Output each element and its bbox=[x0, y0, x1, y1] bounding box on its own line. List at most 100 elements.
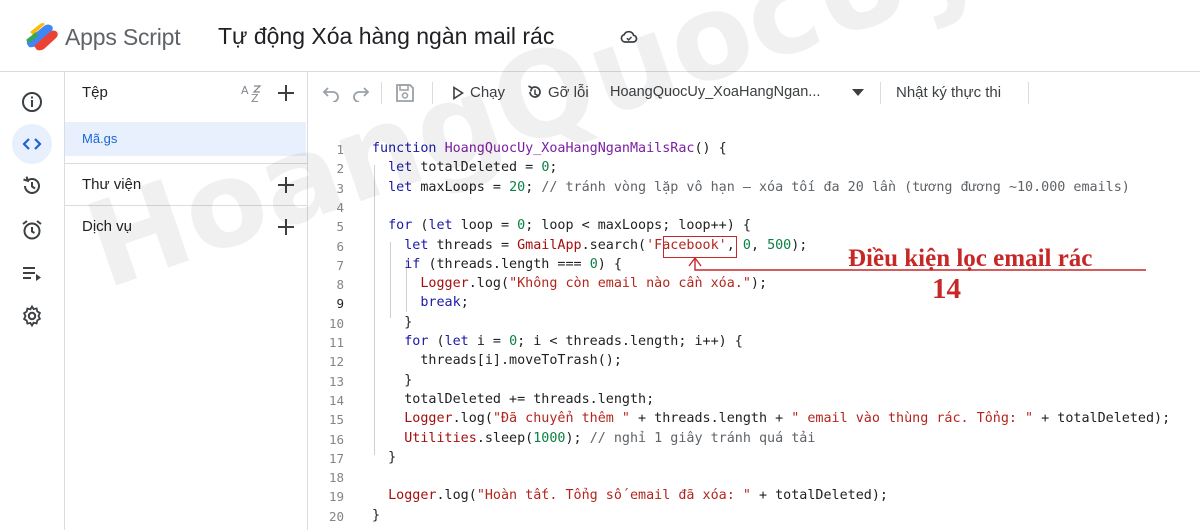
code-line[interactable]: 14 totalDeleted += threads.length; bbox=[308, 392, 1200, 411]
code-editor[interactable]: 1 function HoangQuocUy_XoaHangNganMailsRa… bbox=[308, 114, 1200, 530]
code-line[interactable]: 3 let maxLoops = 20; // tránh vòng lặp v… bbox=[308, 180, 1200, 199]
line-number: 20 bbox=[328, 508, 344, 524]
triggers-button[interactable] bbox=[12, 210, 52, 250]
sort-az-icon[interactable]: A Z bbox=[240, 82, 264, 104]
code-token: totalDeleted = bbox=[420, 160, 542, 176]
code-token: i = bbox=[476, 334, 510, 349]
editor-toolbar: Chạy Gỡ lỗi HoangQuocUy_XoaHangNgan... N… bbox=[308, 72, 1200, 114]
filter-highlight-box bbox=[663, 236, 737, 258]
code-token: GmailApp bbox=[517, 237, 582, 253]
caret-down-icon bbox=[852, 89, 864, 96]
code-line[interactable]: 15 Logger.log("Đã chuyển thêm " + thread… bbox=[308, 411, 1200, 430]
code-token: let bbox=[444, 334, 477, 349]
history-button[interactable] bbox=[12, 166, 52, 206]
code-token: } bbox=[372, 507, 381, 523]
line-number: 8 bbox=[336, 277, 344, 293]
code-token: function bbox=[372, 141, 445, 156]
code-token: let bbox=[388, 179, 421, 195]
project-title[interactable]: Tự động Xóa hàng ngàn mail rác bbox=[218, 23, 554, 50]
executions-button[interactable] bbox=[12, 253, 52, 293]
code-token: ; bbox=[460, 295, 469, 311]
line-number: 13 bbox=[328, 373, 344, 389]
execution-log-button[interactable]: Nhật ký thực thi bbox=[896, 84, 1001, 101]
line-number: 15 bbox=[328, 412, 344, 428]
function-selector[interactable]: HoangQuocUy_XoaHangNgan... bbox=[610, 72, 868, 114]
code-line[interactable]: 19 Logger.log("Hoàn tất. Tổng số email đ… bbox=[308, 488, 1200, 507]
code-text: Utilities.sleep(1000); // nghỉ 1 giây tr… bbox=[372, 431, 815, 446]
code-line[interactable]: 12 threads[i].moveToTrash(); bbox=[308, 353, 1200, 372]
undo-icon[interactable] bbox=[322, 84, 340, 102]
files-label: Tệp bbox=[82, 84, 108, 101]
code-token: totalDeleted += threads.length; bbox=[372, 391, 655, 407]
run-button[interactable]: Chạy bbox=[448, 72, 512, 114]
line-number: 17 bbox=[328, 450, 344, 466]
services-label: Dịch vụ bbox=[82, 218, 133, 235]
add-library-icon[interactable] bbox=[276, 175, 296, 195]
code-line[interactable]: 8 Logger.log("Không còn email nào cần xó… bbox=[308, 276, 1200, 295]
code-line[interactable]: 10 } bbox=[308, 315, 1200, 334]
code-token: 20 bbox=[509, 179, 526, 195]
code-line[interactable]: 20} bbox=[308, 508, 1200, 527]
code-token: maxLoops = bbox=[420, 179, 510, 195]
libraries-label: Thư viện bbox=[82, 176, 142, 193]
services-section-header: Dịch vụ bbox=[65, 206, 308, 248]
line-number: 7 bbox=[336, 257, 344, 273]
code-token: 0 bbox=[509, 334, 518, 349]
code-line[interactable]: 4 bbox=[308, 199, 1200, 218]
code-token: 1000 bbox=[533, 430, 566, 446]
app-name[interactable]: Apps Script bbox=[65, 24, 181, 51]
code-line[interactable]: 11 for (let i = 0; i < threads.length; i… bbox=[308, 334, 1200, 353]
code-token: break bbox=[420, 295, 461, 311]
code-token: ; bbox=[525, 179, 542, 195]
debug-icon bbox=[528, 85, 541, 98]
code-text: let maxLoops = 20; // tránh vòng lặp vô … bbox=[372, 180, 1130, 195]
code-line[interactable]: 17 } bbox=[308, 450, 1200, 469]
code-line[interactable]: 18 bbox=[308, 469, 1200, 488]
overview-button[interactable] bbox=[12, 82, 52, 122]
code-token: ( bbox=[436, 334, 445, 349]
line-number: 5 bbox=[336, 219, 344, 235]
play-icon bbox=[453, 86, 464, 100]
debug-button[interactable]: Gỡ lỗi bbox=[524, 72, 604, 114]
code-token: .sleep( bbox=[476, 430, 534, 446]
code-line[interactable]: 2 let totalDeleted = 0; bbox=[308, 160, 1200, 179]
add-service-icon[interactable] bbox=[276, 217, 296, 237]
code-token: let bbox=[428, 218, 461, 234]
editor-button[interactable] bbox=[12, 124, 52, 164]
apps-script-logo-icon[interactable] bbox=[24, 20, 60, 52]
toolbar-separator bbox=[432, 82, 433, 104]
line-number: 16 bbox=[328, 431, 344, 447]
redo-icon[interactable] bbox=[352, 84, 370, 102]
file-item-ma-gs[interactable]: Mã.gs bbox=[65, 122, 306, 156]
code-token: () { bbox=[694, 141, 727, 156]
code-line[interactable]: 1 function HoangQuocUy_XoaHangNganMailsRa… bbox=[308, 141, 1200, 160]
code-token: "Hoàn tất. Tổng số email đã xóa: " bbox=[476, 488, 751, 504]
line-number: 18 bbox=[328, 470, 344, 486]
code-token: 500 bbox=[767, 237, 792, 253]
line-number: 2 bbox=[336, 161, 344, 177]
code-token: (threads.length === bbox=[428, 256, 590, 272]
code-line[interactable]: 16 Utilities.sleep(1000); // nghỉ 1 giây… bbox=[308, 431, 1200, 450]
info-icon bbox=[22, 92, 42, 112]
code-line[interactable]: 9 break; bbox=[308, 295, 1200, 314]
code-brackets-icon bbox=[22, 138, 42, 150]
line-number: 3 bbox=[336, 180, 344, 196]
code-text: Logger.log("Không còn email nào cần xóa.… bbox=[372, 276, 767, 291]
settings-button[interactable] bbox=[12, 296, 52, 336]
code-text: } bbox=[372, 508, 380, 523]
code-line[interactable]: 13 } bbox=[308, 373, 1200, 392]
code-text: } bbox=[372, 315, 412, 330]
code-text: let threads = GmailApp.search('Facebook'… bbox=[372, 238, 807, 253]
add-file-icon[interactable] bbox=[276, 83, 296, 103]
svg-text:A: A bbox=[241, 84, 249, 97]
code-line[interactable]: 5 for (let loop = 0; loop < maxLoops; lo… bbox=[308, 218, 1200, 237]
code-token: 0 bbox=[589, 256, 598, 272]
line-number: 4 bbox=[336, 199, 344, 215]
code-token: .search( bbox=[581, 237, 647, 253]
save-icon[interactable] bbox=[394, 82, 416, 104]
